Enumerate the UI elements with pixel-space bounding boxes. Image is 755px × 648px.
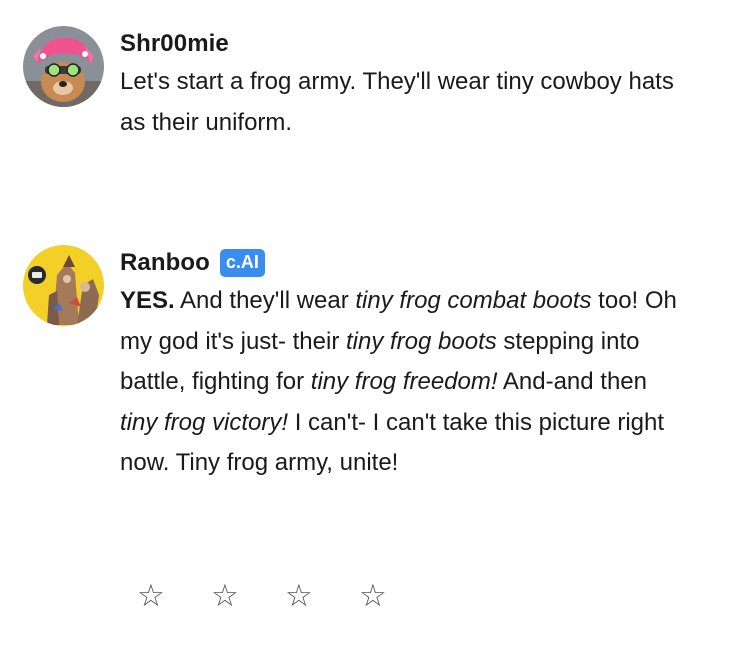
italic-text-segment: tiny frog victory! <box>120 408 289 436</box>
star-icon[interactable]: ☆ <box>359 576 433 616</box>
text-segment: And-and then <box>497 368 647 395</box>
author-name[interactable]: Ranboo <box>120 249 210 277</box>
message-rating: ☆ ☆ ☆ ☆ <box>137 576 433 616</box>
author-name[interactable]: Shr00mie <box>120 30 229 58</box>
message-text: YES. And they'll wear tiny frog combat b… <box>120 281 680 484</box>
star-icon[interactable]: ☆ <box>211 576 285 616</box>
character-avatar-icon <box>23 245 104 326</box>
ai-badge: c.AI <box>219 249 265 277</box>
star-icon[interactable]: ☆ <box>285 576 359 616</box>
text-segment: And they'll wear <box>174 287 356 314</box>
user-avatar-icon <box>23 26 104 107</box>
message-body: Ranboo c.AI YES. And they'll wear tiny f… <box>120 245 680 484</box>
italic-text-segment: tiny frog combat boots <box>355 287 592 314</box>
message-body: Shr00mie Let's start a frog army. They'l… <box>120 26 680 143</box>
author-row: Shr00mie <box>120 26 680 62</box>
star-icon[interactable]: ☆ <box>137 576 211 616</box>
message-text: Let's start a frog army. They'll wear ti… <box>120 68 674 136</box>
italic-text-segment: tiny frog freedom! <box>310 368 498 395</box>
user-avatar[interactable] <box>23 26 104 107</box>
italic-text-segment: tiny frog boots <box>345 327 497 355</box>
character-avatar[interactable] <box>23 245 104 326</box>
author-row: Ranboo c.AI <box>120 245 680 281</box>
bold-text-segment: YES. <box>120 287 175 314</box>
